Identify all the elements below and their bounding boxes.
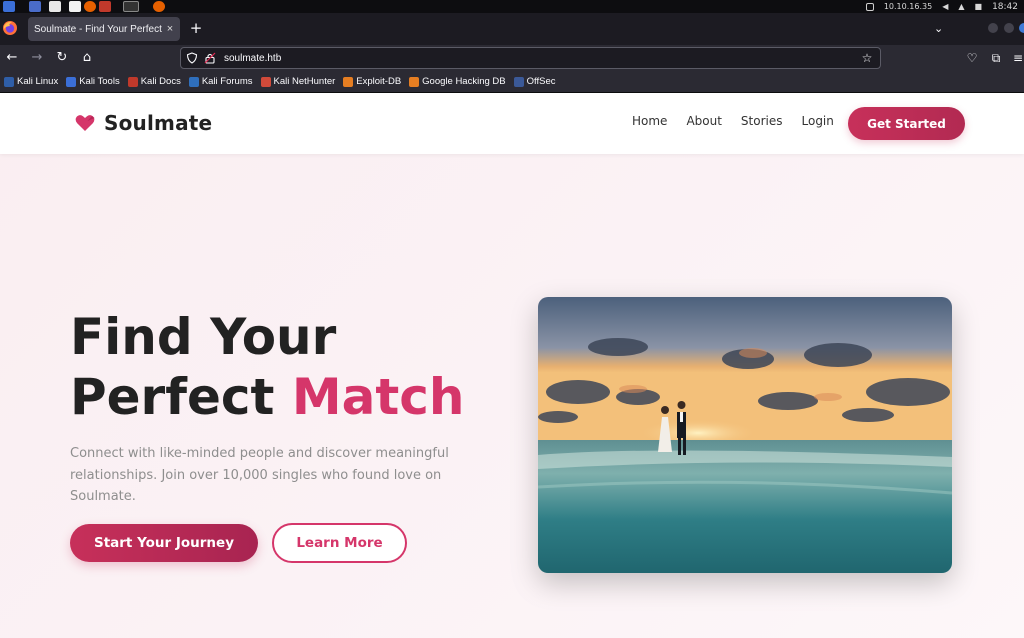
- bookmark-item[interactable]: Kali Tools: [66, 76, 120, 87]
- workspace-icon[interactable]: [29, 1, 41, 12]
- firefox-window-icon[interactable]: [153, 1, 165, 12]
- bookmark-star-icon[interactable]: ☆: [860, 51, 874, 65]
- kali-menu-icon[interactable]: [3, 1, 15, 12]
- window-icon[interactable]: [123, 1, 139, 12]
- learn-more-button[interactable]: Learn More: [272, 523, 407, 563]
- volume-icon[interactable]: ◀: [942, 2, 948, 11]
- screen-icon[interactable]: [865, 2, 874, 11]
- close-window-button[interactable]: [1019, 23, 1024, 33]
- files-icon[interactable]: [49, 1, 61, 12]
- bookmark-favicon-icon: [66, 76, 77, 87]
- url-text[interactable]: soulmate.htb: [224, 53, 860, 64]
- bookmark-item[interactable]: Kali NetHunter: [260, 76, 336, 87]
- home-button[interactable]: ⌂: [77, 48, 97, 68]
- url-bar[interactable]: soulmate.htb ☆: [180, 47, 881, 69]
- tab-list-chevron-icon[interactable]: ⌄: [934, 22, 943, 35]
- forward-button[interactable]: →: [27, 48, 47, 68]
- tab-strip: Soulmate - Find Your Perfect Match × + ⌄: [0, 13, 1024, 45]
- bookmark-item[interactable]: Kali Forums: [188, 76, 253, 87]
- hero-title-line1: Find Your: [70, 308, 337, 366]
- bookmark-label: Google Hacking DB: [422, 76, 506, 87]
- nav-home[interactable]: Home: [632, 114, 667, 128]
- notification-icon[interactable]: ▲: [958, 2, 964, 11]
- nav-toolbar: ← → ↻ ⌂ soulmate.htb ☆ ♡ ⧉ ≡: [0, 45, 1024, 71]
- pocket-icon[interactable]: ♡: [962, 48, 982, 68]
- bookmark-item[interactable]: OffSec: [513, 76, 556, 87]
- bookmark-item[interactable]: Exploit-DB: [343, 76, 401, 87]
- os-taskbar: 10.10.16.35 ◀ ▲ ■ 18:42: [0, 0, 1024, 13]
- bookmark-favicon-icon: [4, 76, 14, 87]
- get-started-button[interactable]: Get Started: [848, 107, 965, 140]
- bookmark-label: Kali NetHunter: [273, 76, 336, 87]
- webpage: Soulmate Home About Stories Login Get St…: [0, 93, 1024, 638]
- nav-about[interactable]: About: [686, 114, 721, 128]
- lock-screen-icon[interactable]: ■: [975, 2, 983, 11]
- bookmark-favicon-icon: [343, 76, 354, 87]
- bookmark-label: Kali Tools: [79, 76, 120, 87]
- hero-description: Connect with like-minded people and disc…: [70, 446, 449, 504]
- hero-image-couple-beach: [538, 297, 952, 573]
- new-tab-button[interactable]: +: [189, 18, 203, 38]
- bookmark-favicon-icon: [513, 76, 524, 87]
- hero-title: Find Your Perfect Match: [70, 307, 464, 427]
- nav-login[interactable]: Login: [802, 114, 834, 128]
- bookmark-favicon-icon: [409, 76, 420, 87]
- bookmark-item[interactable]: Kali Docs: [127, 76, 181, 87]
- insecure-lock-icon[interactable]: [204, 52, 216, 64]
- extensions-icon[interactable]: ⧉: [986, 48, 1006, 68]
- terminal-icon[interactable]: [99, 1, 111, 12]
- hero-title-accent: Match: [291, 368, 465, 426]
- bookmark-label: Exploit-DB: [356, 76, 402, 87]
- bookmark-label: Kali Docs: [140, 76, 181, 87]
- tracking-shield-icon[interactable]: [186, 52, 198, 64]
- brand-name: Soulmate: [104, 111, 213, 135]
- vpn-ip: 10.10.16.35: [883, 2, 933, 11]
- main-nav: Home About Stories Login: [632, 114, 853, 128]
- beach-sunset-photo: [538, 297, 952, 573]
- tab-soulmate[interactable]: Soulmate - Find Your Perfect Match ×: [28, 17, 180, 41]
- bookmark-favicon-icon: [188, 76, 199, 87]
- tab-title: Soulmate - Find Your Perfect Match: [34, 23, 164, 35]
- tab-close-icon[interactable]: ×: [164, 23, 176, 35]
- site-logo[interactable]: Soulmate: [75, 111, 212, 135]
- firefox-launcher-icon[interactable]: [84, 1, 96, 12]
- bookmark-label: OffSec: [526, 76, 556, 87]
- start-journey-button[interactable]: Start Your Journey: [70, 524, 258, 562]
- text-editor-icon[interactable]: [69, 1, 81, 12]
- bookmarks-toolbar: Kali Linux Kali Tools Kali Docs Kali Forums…: [0, 71, 1024, 93]
- bookmark-item[interactable]: Kali Linux: [4, 76, 58, 87]
- bookmark-item[interactable]: Google Hacking DB: [409, 76, 506, 87]
- bookmark-favicon-icon: [127, 76, 138, 87]
- bookmark-favicon-icon: [260, 76, 271, 87]
- reload-button[interactable]: ↻: [52, 48, 72, 68]
- menu-icon[interactable]: ≡: [1008, 48, 1024, 68]
- bookmark-label: Kali Linux: [17, 76, 59, 87]
- bookmark-label: Kali Forums: [201, 76, 253, 87]
- firefox-icon[interactable]: [2, 20, 18, 36]
- maximize-button[interactable]: [1004, 23, 1014, 33]
- clock: 18:42: [992, 1, 1018, 12]
- back-button[interactable]: ←: [2, 48, 22, 68]
- hero-title-line2: Perfect: [70, 368, 292, 426]
- minimize-button[interactable]: [988, 23, 998, 33]
- nav-stories[interactable]: Stories: [741, 114, 783, 128]
- heart-icon: [75, 115, 95, 131]
- site-header: Soulmate Home About Stories Login Get St…: [0, 93, 1024, 154]
